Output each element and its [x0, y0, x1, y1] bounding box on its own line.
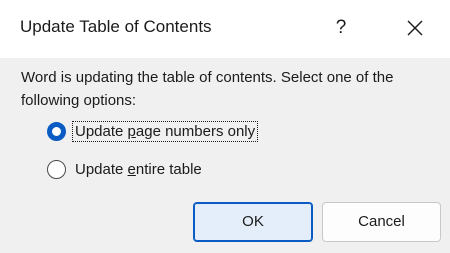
update-toc-dialog: Update Table of Contents ? Word is updat…: [0, 0, 450, 253]
option-update-page-numbers[interactable]: Update page numbers only: [47, 119, 259, 143]
close-icon: [407, 20, 423, 36]
dialog-body: Word is updating the table of contents. …: [0, 58, 450, 253]
radio-checked-icon[interactable]: [47, 121, 66, 141]
option-update-entire-table[interactable]: Update entire table: [47, 157, 204, 181]
dialog-title: Update Table of Contents: [20, 17, 212, 36]
option-update-page-numbers-label[interactable]: Update page numbers only: [71, 120, 259, 142]
dialog-titlebar: Update Table of Contents ?: [0, 0, 450, 58]
dialog-message: Word is updating the table of contents. …: [21, 69, 394, 109]
close-button[interactable]: [392, 8, 438, 48]
radio-unchecked-icon[interactable]: [47, 159, 66, 179]
cancel-button[interactable]: Cancel: [322, 202, 441, 242]
ok-button[interactable]: OK: [193, 202, 313, 242]
help-icon: ?: [335, 17, 347, 38]
option-update-entire-table-label[interactable]: Update entire table: [73, 160, 204, 179]
help-button[interactable]: ?: [318, 8, 364, 48]
